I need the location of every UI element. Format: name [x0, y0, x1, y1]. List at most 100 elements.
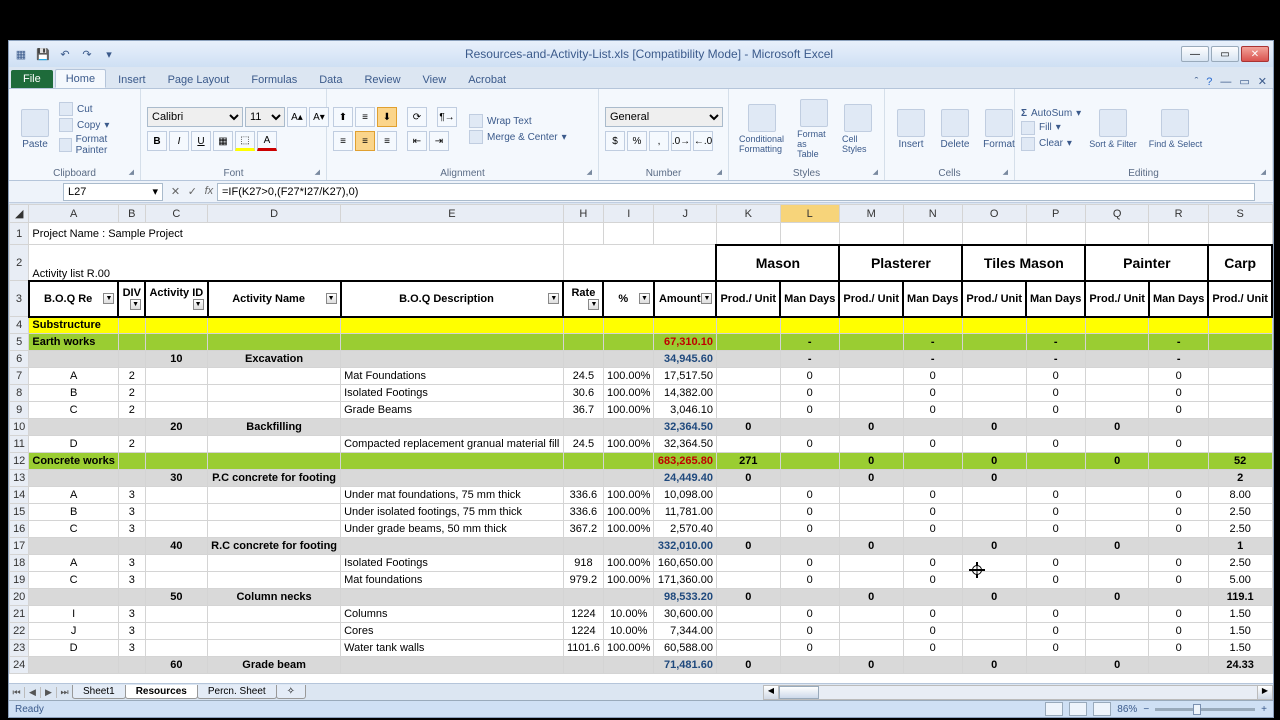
cell-N24[interactable]	[903, 657, 962, 674]
header-mandays[interactable]: Man Days	[780, 281, 839, 317]
cell-H15[interactable]: 336.6	[563, 504, 603, 521]
cell-H18[interactable]: 918	[563, 555, 603, 572]
cell-R21[interactable]: 0	[1149, 606, 1208, 623]
cell-D8[interactable]	[208, 385, 341, 402]
page-break-view-button[interactable]	[1093, 702, 1111, 716]
zoom-level[interactable]: 86%	[1117, 704, 1137, 715]
clear-button[interactable]: Clear ▾	[1021, 137, 1081, 151]
cell-M16[interactable]	[839, 521, 903, 538]
merge-center-button[interactable]: Merge & Center ▾	[469, 130, 567, 144]
copy-button[interactable]: Copy ▾	[59, 118, 134, 132]
cell-E21[interactable]: Columns	[341, 606, 564, 623]
row-header-24[interactable]: 24	[10, 657, 29, 674]
cell-S21[interactable]: 1.50	[1208, 606, 1272, 623]
cell-H21[interactable]: 1224	[563, 606, 603, 623]
cell-P5[interactable]: -	[1026, 334, 1085, 351]
cell-H16[interactable]: 367.2	[563, 521, 603, 538]
cell-K23[interactable]	[716, 640, 780, 657]
cell-E12[interactable]	[341, 453, 564, 470]
cell-D22[interactable]	[208, 623, 341, 640]
cell-J19[interactable]: 171,360.00	[654, 572, 716, 589]
cell-N8[interactable]: 0	[903, 385, 962, 402]
cell-M20[interactable]: 0	[839, 589, 903, 606]
filter-icon[interactable]: ▼	[639, 293, 650, 304]
cell-N23[interactable]: 0	[903, 640, 962, 657]
zoom-in-button[interactable]: +	[1261, 704, 1267, 715]
cell-S6[interactable]	[1208, 351, 1272, 368]
cell-styles-button[interactable]: Cell Styles	[838, 102, 878, 156]
cell-J23[interactable]: 60,588.00	[654, 640, 716, 657]
cell-Q6[interactable]	[1085, 351, 1149, 368]
cell-O7[interactable]	[962, 368, 1026, 385]
cell-K11[interactable]	[716, 436, 780, 453]
cell-B23[interactable]: 3	[118, 640, 145, 657]
cell-O9[interactable]	[962, 402, 1026, 419]
cell-B7[interactable]: 2	[118, 368, 145, 385]
cell-K9[interactable]	[716, 402, 780, 419]
cell-P6[interactable]: -	[1026, 351, 1085, 368]
cell-M7[interactable]	[839, 368, 903, 385]
cell-H8[interactable]: 30.6	[563, 385, 603, 402]
undo-icon[interactable]: ↶	[57, 46, 73, 62]
cell-M12[interactable]: 0	[839, 453, 903, 470]
row-header-15[interactable]: 15	[10, 504, 29, 521]
cell-A6[interactable]	[29, 351, 119, 368]
save-icon[interactable]: 💾	[35, 46, 51, 62]
cell-B24[interactable]	[118, 657, 145, 674]
cell-N9[interactable]: 0	[903, 402, 962, 419]
cell-C20[interactable]: 50	[145, 589, 207, 606]
percent-button[interactable]: %	[627, 131, 647, 151]
select-all-cell[interactable]: ◢	[10, 205, 29, 223]
cell-K10[interactable]: 0	[716, 419, 780, 436]
cell-J17[interactable]: 332,010.00	[654, 538, 716, 555]
cell-B17[interactable]	[118, 538, 145, 555]
cell-Q5[interactable]	[1085, 334, 1149, 351]
cell-K13[interactable]: 0	[716, 470, 780, 487]
cell[interactable]	[1085, 223, 1149, 245]
sheet-nav-last[interactable]: ⏭	[57, 687, 73, 698]
filter-icon[interactable]: ▼	[103, 293, 114, 304]
cell-N6[interactable]: -	[903, 351, 962, 368]
filter-icon[interactable]: ▼	[588, 299, 599, 310]
cell-C24[interactable]: 60	[145, 657, 207, 674]
cell-C23[interactable]	[145, 640, 207, 657]
cell-Q16[interactable]	[1085, 521, 1149, 538]
cell-P12[interactable]	[1026, 453, 1085, 470]
cell-S12[interactable]: 52	[1208, 453, 1272, 470]
cell-I14[interactable]: 100.00%	[603, 487, 654, 504]
cell[interactable]	[716, 223, 780, 245]
cell-P19[interactable]: 0	[1026, 572, 1085, 589]
cell-H9[interactable]: 36.7	[563, 402, 603, 419]
cell-N11[interactable]: 0	[903, 436, 962, 453]
cell-O24[interactable]: 0	[962, 657, 1026, 674]
row-header-18[interactable]: 18	[10, 555, 29, 572]
cell-I11[interactable]: 100.00%	[603, 436, 654, 453]
header-boq[interactable]: B.O.Q Re▼	[29, 281, 119, 317]
cell-E5[interactable]	[341, 334, 564, 351]
zoom-slider[interactable]	[1155, 708, 1255, 711]
cell-E16[interactable]: Under grade beams, 50 mm thick	[341, 521, 564, 538]
ribbon-window-max-icon[interactable]: ▭	[1239, 75, 1249, 88]
header-prod[interactable]: Prod./ Unit	[1208, 281, 1272, 317]
cell-N10[interactable]	[903, 419, 962, 436]
cell-S19[interactable]: 5.00	[1208, 572, 1272, 589]
cell-R24[interactable]	[1149, 657, 1208, 674]
cell-A8[interactable]: B	[29, 385, 119, 402]
sort-filter-button[interactable]: Sort & Filter	[1085, 107, 1141, 151]
cell-D23[interactable]	[208, 640, 341, 657]
cell-M19[interactable]	[839, 572, 903, 589]
font-color-button[interactable]: A	[257, 131, 277, 151]
cell-E10[interactable]	[341, 419, 564, 436]
cell-B18[interactable]: 3	[118, 555, 145, 572]
paste-button[interactable]: Paste	[15, 107, 55, 152]
col-header-N[interactable]: N	[903, 205, 962, 223]
cell-J11[interactable]: 32,364.50	[654, 436, 716, 453]
cell-A4[interactable]: Substructure	[29, 317, 119, 334]
cell-A20[interactable]	[29, 589, 119, 606]
cell-Q24[interactable]: 0	[1085, 657, 1149, 674]
comma-button[interactable]: ,	[649, 131, 669, 151]
row-header-8[interactable]: 8	[10, 385, 29, 402]
cell-J9[interactable]: 3,046.10	[654, 402, 716, 419]
cell-H13[interactable]	[563, 470, 603, 487]
cell-I9[interactable]: 100.00%	[603, 402, 654, 419]
